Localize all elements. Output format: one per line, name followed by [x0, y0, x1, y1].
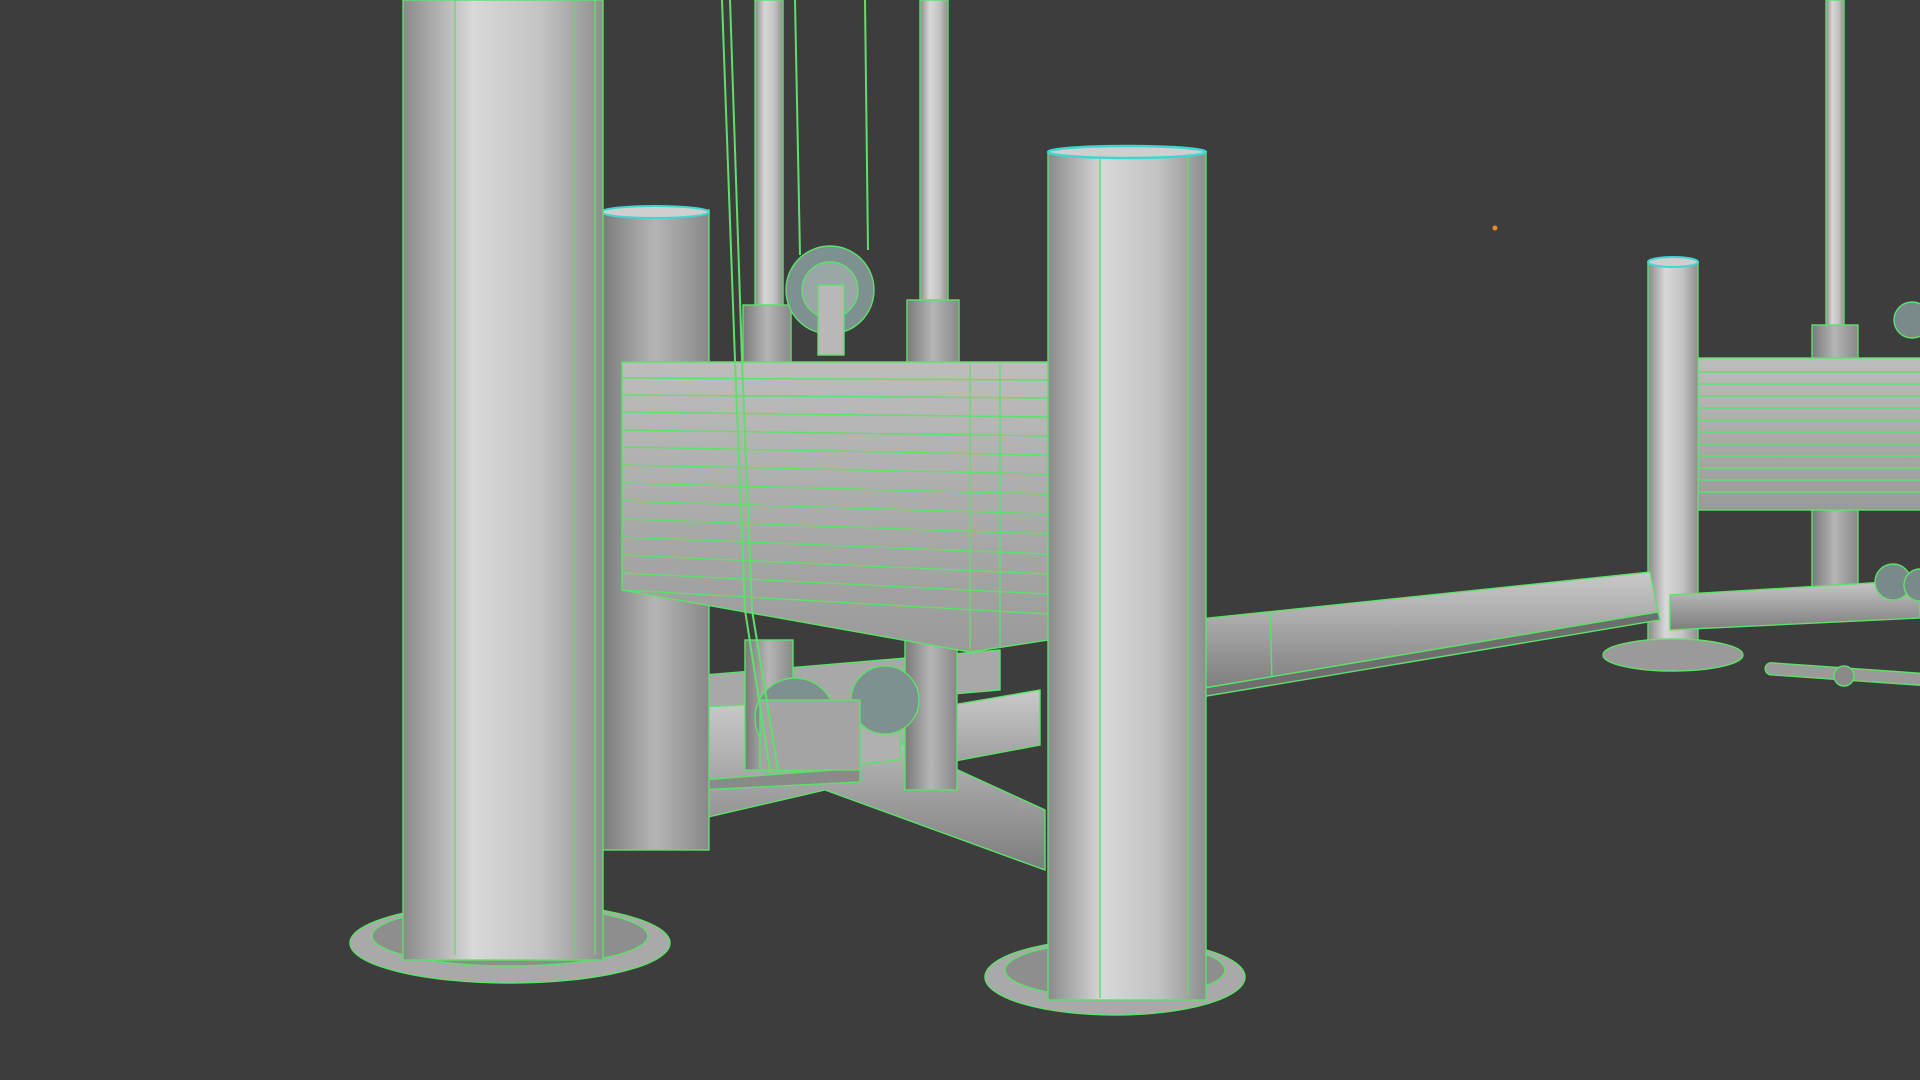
top-pulley[interactable]: [785, 245, 875, 356]
scene-origin-marker: [1492, 225, 1498, 231]
floor-crossbar[interactable]: [1189, 571, 1661, 699]
3d-viewport[interactable]: [0, 0, 1920, 1080]
right-post-cap: [1647, 256, 1699, 268]
front-right-post-cap: [1046, 144, 1208, 160]
scene-render[interactable]: [0, 0, 1920, 1080]
